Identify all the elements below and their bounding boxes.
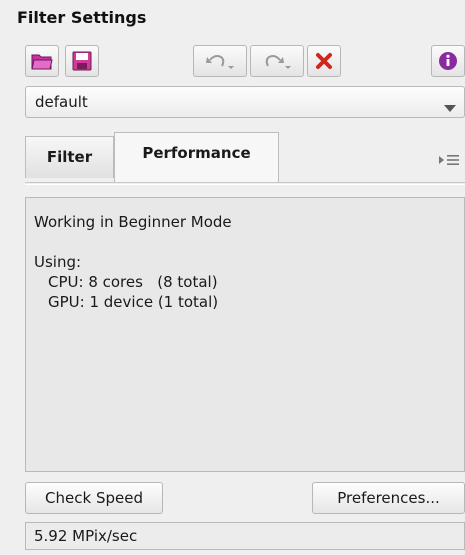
cpu-info: CPU: 8 cores (8 total) xyxy=(48,273,218,291)
clear-button[interactable] xyxy=(307,45,341,77)
undo-button[interactable] xyxy=(193,45,247,77)
save-button[interactable] xyxy=(65,45,99,77)
clear-icon xyxy=(315,52,333,70)
preset-dropdown[interactable]: default xyxy=(25,86,465,118)
mode-text: Working in Beginner Mode xyxy=(34,213,232,231)
info-button[interactable] xyxy=(431,45,465,77)
redo-button[interactable] xyxy=(250,45,304,77)
divider xyxy=(25,182,465,185)
save-icon xyxy=(72,51,92,71)
tab-bar: Filter Performance xyxy=(25,132,465,182)
gpu-info: GPU: 1 device (1 total) xyxy=(48,293,219,311)
open-button[interactable] xyxy=(25,45,59,77)
tab-filter[interactable]: Filter xyxy=(25,136,114,178)
preferences-button[interactable]: Preferences... xyxy=(312,482,465,514)
tab-menu-icon[interactable] xyxy=(439,152,459,170)
chevron-down-icon xyxy=(444,99,456,117)
redo-icon xyxy=(260,51,294,71)
info-icon xyxy=(438,51,458,71)
preset-value: default xyxy=(35,93,88,111)
check-speed-button[interactable]: Check Speed xyxy=(25,482,163,514)
undo-icon xyxy=(203,51,237,71)
using-label: Using: xyxy=(34,253,82,271)
tab-performance[interactable]: Performance xyxy=(114,132,279,182)
open-folder-icon xyxy=(31,51,53,71)
performance-info-panel: Working in Beginner Mode Using: CPU: 8 c… xyxy=(25,197,465,472)
panel-title: Filter Settings xyxy=(17,8,147,27)
speed-status: 5.92 MPix/sec xyxy=(25,522,465,550)
toolbar xyxy=(25,45,465,79)
